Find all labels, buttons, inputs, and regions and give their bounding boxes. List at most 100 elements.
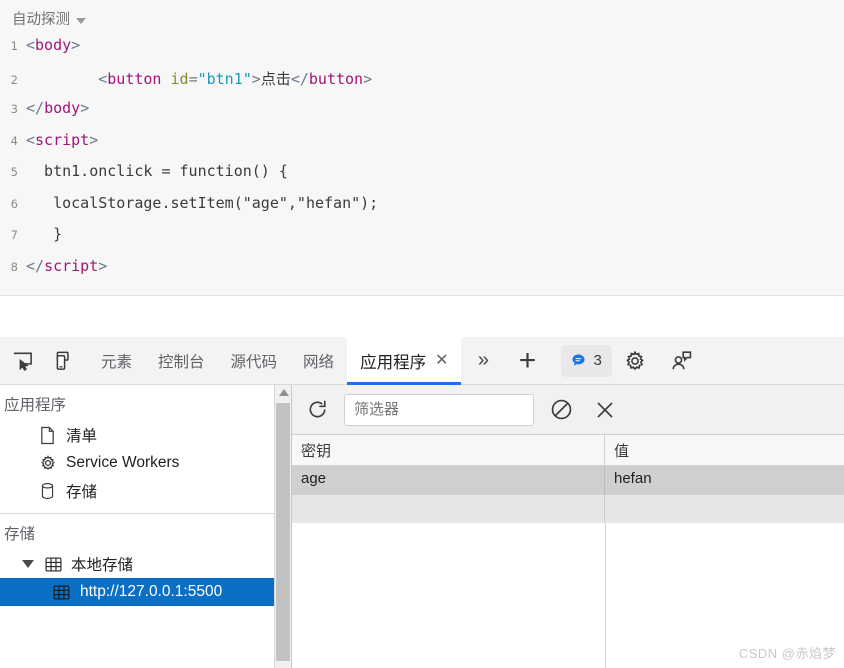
tab-label: 元素 bbox=[101, 353, 133, 371]
chevron-down-icon[interactable] bbox=[22, 560, 34, 568]
settings-button[interactable] bbox=[612, 337, 658, 385]
code-editor-pane: 自动探测 1 <body> 2 <button id="btn1">点击</butt… bbox=[0, 0, 844, 296]
no-entry-icon bbox=[551, 399, 571, 420]
table-row-empty[interactable] bbox=[292, 495, 844, 524]
code-text: </body> bbox=[26, 99, 90, 117]
refresh-button[interactable] bbox=[300, 393, 334, 427]
chevron-down-icon bbox=[76, 18, 86, 25]
local-storage-pane: 密钥 值 agehefan bbox=[291, 385, 844, 668]
sidebar-item-local-storage[interactable]: 本地存储 bbox=[0, 550, 274, 578]
filter-input[interactable] bbox=[344, 393, 534, 426]
application-group: 应用程序 清单 Service Workers 存储 bbox=[0, 385, 274, 514]
clear-all-button[interactable] bbox=[544, 393, 578, 427]
sidebar-item-manifest[interactable]: 清单 bbox=[0, 421, 274, 449]
line-number: 1 bbox=[10, 39, 18, 53]
code-line[interactable]: 4 <script> bbox=[0, 131, 844, 163]
cell-key[interactable] bbox=[292, 495, 605, 524]
table-body: age hefan bbox=[292, 466, 844, 524]
line-number: 8 bbox=[10, 259, 18, 274]
storage-toolbar bbox=[292, 385, 844, 435]
refresh-icon bbox=[309, 400, 326, 418]
code-text: <body> bbox=[26, 36, 81, 54]
sidebar-item-label: 本地存储 bbox=[71, 557, 134, 574]
devtools-menu-button[interactable] bbox=[658, 337, 704, 385]
column-header-value[interactable]: 值 bbox=[605, 435, 844, 465]
table-header-row: 密钥 值 bbox=[292, 435, 844, 466]
code-line[interactable]: 3 </body> bbox=[0, 99, 844, 131]
code-text: <script> bbox=[26, 130, 99, 149]
language-selector-label: 自动探测 bbox=[12, 12, 70, 28]
code-line[interactable]: 7 } bbox=[0, 225, 844, 257]
code-text: localStorage.setItem("age","hefan"); bbox=[26, 193, 379, 212]
add-tab-button[interactable]: + bbox=[505, 337, 549, 385]
tab-1[interactable]: 控制台 bbox=[145, 337, 218, 385]
tab-4[interactable]: 应用程序 ✕ bbox=[347, 336, 462, 385]
issues-badge[interactable]: 3 bbox=[561, 344, 612, 377]
feedback-person-icon bbox=[672, 350, 692, 369]
devtools-panel-body: 应用程序 清单 Service Workers 存储 存储 本地存储 http:… bbox=[0, 385, 844, 668]
sidebar-item-label: 清单 bbox=[66, 428, 98, 445]
line-number: 3 bbox=[10, 102, 18, 116]
cell-value[interactable] bbox=[605, 495, 844, 524]
sidebar-item-label: http://127.0.0.1:5500 bbox=[80, 583, 223, 600]
gear-icon bbox=[38, 454, 57, 473]
local-storage-table[interactable]: 密钥 值 age hefan bbox=[292, 435, 844, 668]
cell-value[interactable]: hefan bbox=[605, 466, 844, 495]
cell-key[interactable]: age bbox=[292, 466, 605, 495]
language-selector[interactable]: 自动探测 bbox=[12, 13, 86, 28]
database-icon bbox=[38, 482, 57, 501]
tab-label: 控制台 bbox=[158, 353, 205, 371]
tab-label: 源代码 bbox=[230, 353, 278, 371]
scroll-up-arrow-icon[interactable] bbox=[278, 389, 289, 396]
more-tabs-button[interactable]: » bbox=[461, 337, 505, 385]
code-line[interactable]: 8 </script> bbox=[0, 257, 844, 289]
application-sidebar: 应用程序 清单 Service Workers 存储 存储 本地存储 http:… bbox=[0, 385, 274, 668]
sidebar-item-storage[interactable]: 存储 bbox=[0, 477, 274, 505]
code-line[interactable]: 6 localStorage.setItem("age","hefan"); bbox=[0, 194, 844, 226]
line-number: 5 bbox=[10, 165, 18, 179]
code-text: } bbox=[26, 225, 63, 243]
code-line[interactable]: 2 <button id="btn1">点击</button> bbox=[0, 68, 844, 100]
line-number: 6 bbox=[10, 196, 18, 211]
code-lines[interactable]: 1 <body> 2 <button id="btn1">点击</button> 3 <… bbox=[0, 36, 844, 288]
storage-group: 存储 本地存储 http://127.0.0.1:5500 bbox=[0, 514, 274, 606]
sidebar-item-label: 存储 bbox=[66, 484, 98, 501]
tab-label: 网络 bbox=[303, 353, 335, 371]
column-divider[interactable] bbox=[605, 523, 606, 668]
code-text: btn1.onclick = function() { bbox=[26, 162, 288, 180]
code-line[interactable]: 5 btn1.onclick = function() { bbox=[0, 162, 844, 194]
sidebar-item-label: Service Workers bbox=[66, 454, 180, 471]
watermark: CSDN @赤焰梦 bbox=[738, 646, 836, 661]
code-text: </script> bbox=[26, 256, 108, 275]
storage-group-title: 存储 bbox=[4, 526, 36, 543]
table-grid-icon bbox=[52, 583, 71, 602]
column-header-key[interactable]: 密钥 bbox=[292, 435, 605, 465]
sidebar-item-service-workers[interactable]: Service Workers bbox=[0, 449, 274, 477]
sidebar-scrollbar[interactable] bbox=[274, 385, 291, 668]
devtools-panel: 元素 控制台 源代码 网络 应用程序 ✕ » + 3 应用程序 清单 Servi… bbox=[0, 296, 844, 668]
tab-0[interactable]: 元素 bbox=[88, 337, 145, 385]
line-number: 2 bbox=[10, 72, 18, 87]
line-number: 4 bbox=[10, 133, 18, 148]
issues-count: 3 bbox=[593, 352, 602, 369]
tab-list: 元素 控制台 源代码 网络 应用程序 ✕ bbox=[88, 336, 462, 385]
close-x-icon bbox=[597, 401, 613, 418]
line-number: 7 bbox=[10, 228, 18, 242]
tab-3[interactable]: 网络 bbox=[290, 337, 347, 385]
code-line[interactable]: 1 <body> bbox=[0, 36, 844, 68]
more-tabs-label: » bbox=[477, 349, 490, 371]
application-group-title: 应用程序 bbox=[4, 397, 67, 414]
device-toolbar-icon[interactable] bbox=[44, 337, 88, 385]
code-text: <button id="btn1">点击</button> bbox=[98, 69, 373, 88]
tab-2[interactable]: 源代码 bbox=[218, 337, 291, 385]
table-grid-icon bbox=[44, 555, 63, 574]
delete-selected-button[interactable] bbox=[588, 393, 622, 427]
sidebar-item-local-storage-origin[interactable]: http://127.0.0.1:5500 bbox=[0, 578, 274, 606]
manifest-file-icon bbox=[38, 426, 57, 445]
tab-close-icon[interactable]: ✕ bbox=[435, 352, 448, 369]
table-row[interactable]: age hefan bbox=[292, 466, 844, 495]
scrollbar-thumb[interactable] bbox=[276, 403, 290, 661]
speech-bubble-icon bbox=[572, 354, 585, 366]
tab-label: 应用程序 bbox=[360, 353, 427, 372]
inspect-element-icon[interactable] bbox=[0, 337, 44, 385]
